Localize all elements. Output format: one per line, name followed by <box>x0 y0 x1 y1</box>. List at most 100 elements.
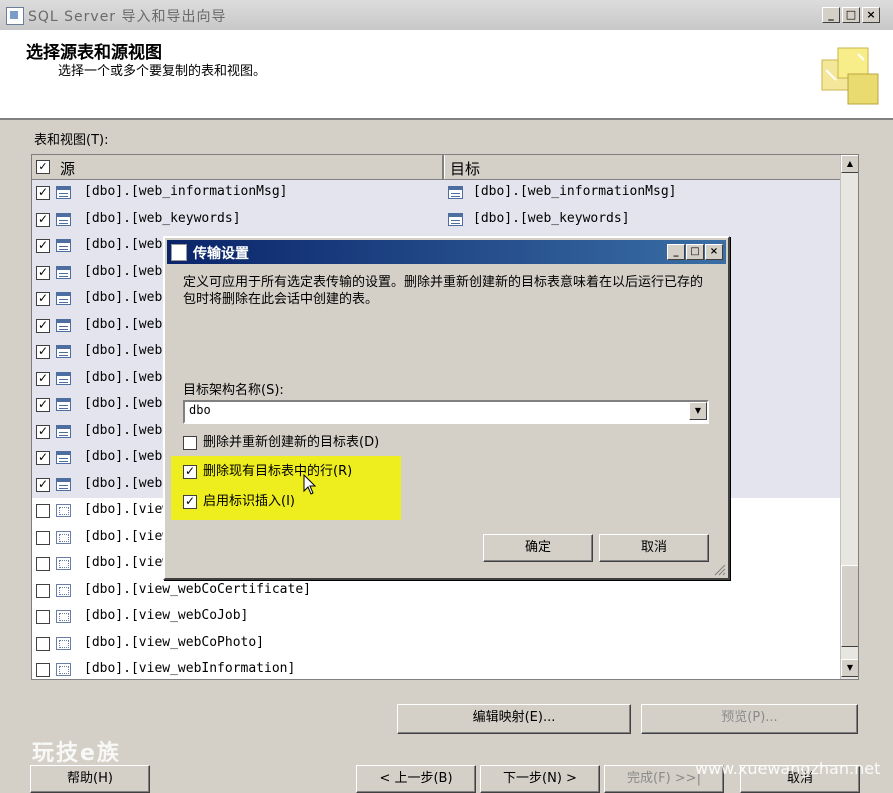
source-cell[interactable]: [dbo].[view_webCoJob] <box>84 608 248 623</box>
source-cell[interactable]: [dbo].[view <box>84 529 170 544</box>
dialog-title: 传输设置 <box>193 246 249 262</box>
wizard-graphic-icon <box>821 47 879 105</box>
col-target-header[interactable]: 目标 <box>450 158 480 179</box>
watermark-left: 玩技e族 <box>32 741 121 766</box>
wizard-header: 选择源表和源视图 选择一个或多个要复制的表和视图。 <box>0 30 893 120</box>
edit-mappings-button[interactable]: 编辑映射(E)... <box>397 704 631 734</box>
window-title: SQL Server 导入和导出向导 <box>28 9 227 25</box>
source-cell[interactable]: [dbo].[web <box>84 396 162 411</box>
table-icon <box>56 239 71 252</box>
scroll-down-button[interactable]: ▼ <box>841 659 858 677</box>
view-icon <box>56 530 71 544</box>
resize-grip-icon[interactable] <box>714 564 726 576</box>
tables-label: 表和视图(T): <box>34 133 109 148</box>
table-row[interactable]: [dbo].[view_webInformation] <box>32 657 840 679</box>
dialog-cancel-button[interactable]: 取消 <box>599 534 709 562</box>
dialog-description: 定义可应用于所有选定表传输的设置。删除并重新创建新的目标表意味着在以后运行已存的… <box>183 275 704 307</box>
source-cell[interactable]: [dbo].[view_webCoPhoto] <box>84 635 264 650</box>
close-button[interactable]: × <box>862 7 880 23</box>
table-icon <box>56 345 71 358</box>
view-icon <box>56 663 71 676</box>
delete-rows-checkbox[interactable]: ✓ <box>183 464 197 479</box>
row-checkbox[interactable] <box>36 583 50 598</box>
row-checkbox[interactable]: ✓ <box>36 371 50 386</box>
table-row[interactable]: [dbo].[view_webCoJob] <box>32 604 840 631</box>
target-cell[interactable]: [dbo].[web_informationMsg] <box>473 184 677 199</box>
identity-insert-label: 启用标识插入(I) <box>203 494 295 509</box>
row-checkbox[interactable] <box>36 557 50 571</box>
ok-button[interactable]: 确定 <box>483 534 593 562</box>
select-all-checkbox[interactable]: ✓ <box>36 160 50 174</box>
row-checkbox[interactable]: ✓ <box>36 186 50 200</box>
row-checkbox[interactable]: ✓ <box>36 318 50 333</box>
table-icon <box>56 186 71 199</box>
table-icon <box>56 371 71 385</box>
row-checkbox[interactable]: ✓ <box>36 477 50 492</box>
scroll-thumb[interactable] <box>841 565 858 647</box>
source-cell[interactable]: [dbo].[web <box>84 423 162 438</box>
source-cell[interactable]: [dbo].[web <box>84 343 162 358</box>
maximize-button[interactable]: □ <box>842 7 860 23</box>
row-checkbox[interactable] <box>36 610 50 624</box>
table-row[interactable]: ✓ [dbo].[web_keywords] [dbo].[web_keywords… <box>32 206 840 233</box>
option-drop-recreate[interactable]: 删除并重新创建新的目标表(D) <box>183 431 379 450</box>
chevron-down-icon[interactable]: ▼ <box>689 402 707 420</box>
column-separator[interactable] <box>442 155 445 179</box>
source-cell[interactable]: [dbo].[view_webCoCertificate] <box>84 582 311 597</box>
source-cell[interactable]: [dbo].[web <box>84 476 162 491</box>
view-icon <box>56 583 71 597</box>
source-cell[interactable]: [dbo].[web <box>84 317 162 332</box>
source-cell[interactable]: [dbo].[web <box>84 264 162 279</box>
table-icon <box>56 318 71 332</box>
option-identity-insert[interactable]: ✓ 启用标识插入(I) <box>183 490 295 509</box>
table-row[interactable]: [dbo].[view_webCoCertificate] <box>32 578 840 605</box>
table-icon <box>56 451 71 464</box>
watermark-right: www.xuewangzhan.net <box>695 759 881 778</box>
view-icon <box>56 557 71 570</box>
source-cell[interactable]: [dbo].[web_keywords] <box>84 211 241 226</box>
source-cell[interactable]: [dbo].[view <box>84 555 170 570</box>
table-icon <box>56 477 71 491</box>
row-checkbox[interactable]: ✓ <box>36 292 50 306</box>
source-cell[interactable]: [dbo].[web <box>84 290 162 305</box>
col-source-header[interactable]: 源 <box>60 158 75 179</box>
option-delete-rows[interactable]: ✓ 删除现有目标表中的行(R) <box>183 460 352 479</box>
delete-rows-label: 删除现有目标表中的行(R) <box>203 464 353 479</box>
row-checkbox[interactable] <box>36 663 50 677</box>
row-checkbox[interactable]: ✓ <box>36 451 50 465</box>
app-icon <box>6 7 24 25</box>
source-cell[interactable]: [dbo].[web_informationMsg] <box>84 184 288 199</box>
dialog-minimize-button[interactable]: _ <box>667 244 685 260</box>
target-cell[interactable]: [dbo].[web_keywords] <box>473 211 630 226</box>
identity-insert-checkbox[interactable]: ✓ <box>183 494 197 509</box>
table-row[interactable]: [dbo].[view_webCoPhoto] <box>32 631 840 658</box>
table-row[interactable]: ✓ [dbo].[web_informationMsg] [dbo].[web_in… <box>32 180 840 207</box>
grid-scrollbar[interactable]: ▲ ▼ <box>840 155 858 679</box>
scroll-up-button[interactable]: ▲ <box>841 155 858 173</box>
dialog-maximize-button[interactable]: □ <box>686 244 704 260</box>
schema-combobox[interactable]: dbo ▼ <box>183 400 709 424</box>
mouse-cursor-icon <box>303 474 317 495</box>
row-checkbox[interactable]: ✓ <box>36 265 50 280</box>
source-cell[interactable]: [dbo].[web <box>84 237 162 252</box>
row-checkbox[interactable] <box>36 504 50 518</box>
source-cell[interactable]: [dbo].[web <box>84 370 162 385</box>
row-checkbox[interactable]: ✓ <box>36 398 50 412</box>
source-cell[interactable]: [dbo].[web <box>84 449 162 464</box>
schema-label: 目标架构名称(S): <box>183 383 284 398</box>
preview-button[interactable]: 预览(P)... <box>641 704 858 734</box>
row-checkbox[interactable]: ✓ <box>36 212 50 227</box>
row-checkbox[interactable]: ✓ <box>36 239 50 253</box>
row-checkbox[interactable] <box>36 530 50 545</box>
source-cell[interactable]: [dbo].[view_webInformation] <box>84 661 295 676</box>
view-icon <box>56 636 71 650</box>
row-checkbox[interactable] <box>36 636 50 651</box>
table-icon <box>448 212 463 226</box>
window-titlebar: SQL Server 导入和导出向导 _ □ × <box>0 0 893 31</box>
source-cell[interactable]: [dbo].[view <box>84 502 170 517</box>
drop-recreate-checkbox[interactable] <box>183 435 197 450</box>
dialog-close-button[interactable]: × <box>705 244 723 260</box>
row-checkbox[interactable]: ✓ <box>36 345 50 359</box>
row-checkbox[interactable]: ✓ <box>36 424 50 439</box>
minimize-button[interactable]: _ <box>822 7 840 23</box>
